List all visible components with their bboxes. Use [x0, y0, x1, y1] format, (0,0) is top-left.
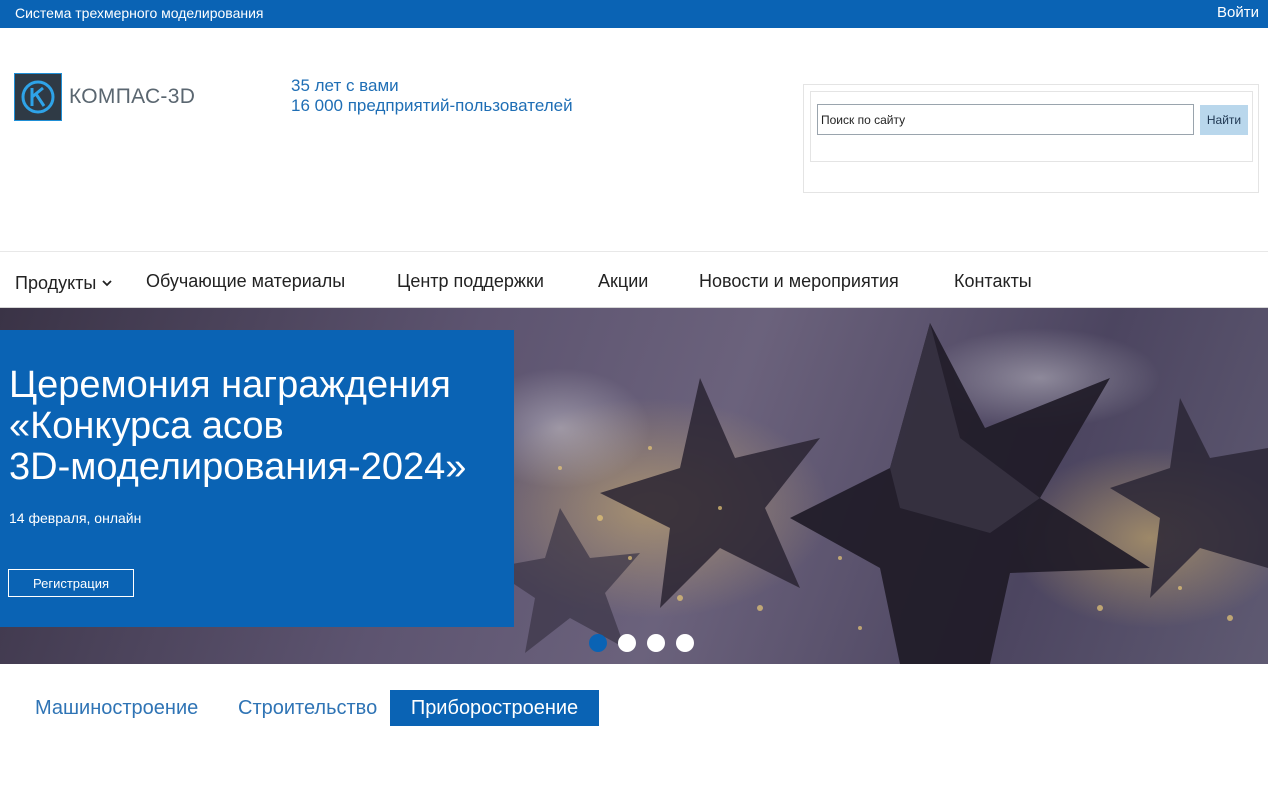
tab-instrument-engineering[interactable]: Приборостроение — [390, 690, 599, 726]
hero-date: 14 февраля, онлайн — [9, 510, 142, 526]
hero-title-line: «Конкурса асов — [9, 405, 284, 447]
tab-mechanical-engineering[interactable]: Машиностроение — [35, 690, 198, 726]
nav-item-support[interactable]: Центр поддержки — [397, 271, 544, 292]
tagline: 35 лет с вами 16 000 предприятий-пользов… — [291, 76, 573, 116]
kompas-logo-icon — [14, 73, 62, 121]
nav-item-label: Продукты — [15, 273, 97, 293]
register-button[interactable]: Регистрация — [8, 569, 134, 597]
chevron-down-icon — [102, 271, 112, 292]
logo[interactable]: КОМПАС-3D — [14, 73, 196, 123]
nav-item-learning[interactable]: Обучающие материалы — [146, 271, 345, 292]
industry-tabs: Машиностроение Строительство Приборостро… — [0, 690, 1268, 726]
tagline-customers: 16 000 предприятий-пользователей — [291, 96, 573, 115]
search-form: Найти — [810, 91, 1253, 162]
top-bar: Система трехмерного моделирования Войти — [0, 0, 1268, 28]
nav-item-news[interactable]: Новости и мероприятия — [699, 271, 899, 292]
login-link[interactable]: Войти — [1217, 4, 1259, 21]
search-button[interactable]: Найти — [1200, 105, 1248, 135]
tagline-years: 35 лет с вами — [291, 76, 399, 95]
slider-dot-3[interactable] — [647, 634, 665, 652]
hero-title-line: Церемония награждения — [9, 364, 451, 406]
search-panel: Найти — [803, 84, 1259, 193]
search-input[interactable] — [817, 104, 1194, 135]
hero-banner: Церемония награждения «Конкурса асов 3D-… — [0, 308, 1268, 664]
logo-name: КОМПАС-3D — [69, 85, 196, 108]
nav-item-products[interactable]: Продукты — [15, 271, 112, 294]
slider-dot-4[interactable] — [676, 634, 694, 652]
site-title: Система трехмерного моделирования — [15, 5, 264, 21]
nav-item-promotions[interactable]: Акции — [598, 271, 648, 292]
hero-panel: Церемония награждения «Конкурса асов 3D-… — [0, 330, 514, 627]
slider-dot-2[interactable] — [618, 634, 636, 652]
tab-construction[interactable]: Строительство — [238, 690, 377, 726]
slider-dot-1[interactable] — [589, 634, 607, 652]
hero-title: Церемония награждения «Конкурса асов 3D-… — [9, 365, 509, 488]
nav-item-contacts[interactable]: Контакты — [954, 271, 1032, 292]
main-nav: Продукты Обучающие материалы Центр подде… — [0, 251, 1268, 308]
hero-title-line: 3D-моделирования-2024» — [9, 446, 467, 488]
